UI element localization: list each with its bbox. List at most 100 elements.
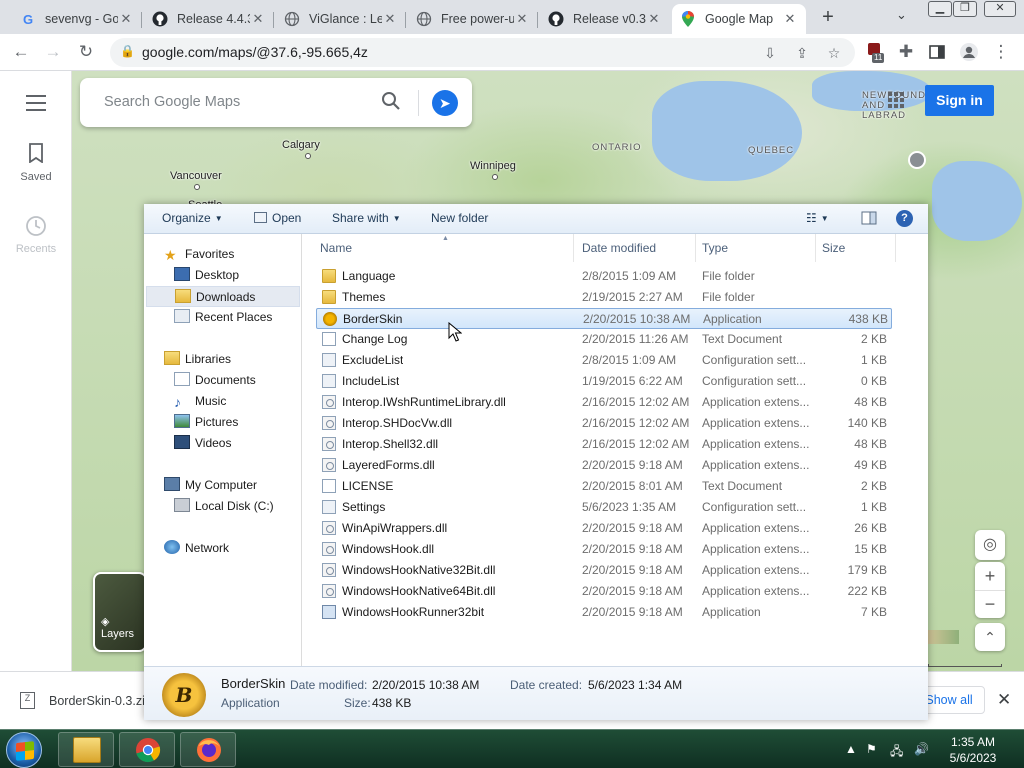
file-row[interactable]: Language 2/8/2015 1:09 AM File folder: [316, 266, 892, 287]
column-header-date[interactable]: Date modified: [576, 234, 696, 262]
minimize-button[interactable]: ▁: [928, 1, 952, 17]
share-with-button[interactable]: Share with ▼: [332, 211, 401, 225]
nav-network[interactable]: Network: [164, 538, 229, 559]
taskbar-chrome[interactable]: [119, 732, 175, 767]
directions-icon[interactable]: ➤: [426, 84, 464, 122]
address-bar[interactable]: 🔒 google.com/maps/@37.6,-95.665,4z ⇩ ⇪ ☆: [110, 38, 855, 67]
download-filename[interactable]: BorderSkin-0.3.zi: [49, 694, 145, 708]
recents-nav[interactable]: Recents: [0, 215, 72, 255]
more-menu-icon[interactable]: ⋮: [990, 41, 1012, 63]
zoom-in-button[interactable]: +: [975, 562, 1005, 590]
nav-local-disk[interactable]: Local Disk (C:): [174, 496, 274, 517]
tab-google-maps[interactable]: Google Map ✕: [672, 4, 806, 34]
change-view-button[interactable]: ☷ ▼: [806, 211, 829, 225]
file-row[interactable]: Interop.IWshRuntimeLibrary.dll 2/16/2015 …: [316, 392, 892, 413]
file-row[interactable]: LICENSE 2/20/2015 8:01 AM Text Document 2 K…: [316, 476, 892, 497]
install-app-icon[interactable]: ⇩: [760, 43, 780, 63]
google-apps-icon[interactable]: [888, 92, 904, 108]
url-text[interactable]: google.com/maps/@37.6,-95.665,4z: [142, 44, 368, 60]
file-row[interactable]: Change Log 2/20/2015 11:26 AM Text Documen…: [316, 329, 892, 350]
network-tray-icon[interactable]: 🖧: [890, 742, 903, 763]
file-row[interactable]: ExcludeList 2/8/2015 1:09 AM Configuration…: [316, 350, 892, 371]
map-thumbnail[interactable]: [925, 630, 959, 644]
sign-in-button[interactable]: Sign in: [925, 85, 994, 116]
file-row[interactable]: BorderSkin 2/20/2015 10:38 AM Application 4…: [316, 308, 892, 329]
file-row[interactable]: Settings 5/6/2023 1:35 AM Configuration se…: [316, 497, 892, 518]
close-tab-icon[interactable]: ✕: [646, 11, 662, 27]
side-panel-icon[interactable]: [926, 41, 948, 63]
maximize-button[interactable]: ❐: [953, 1, 977, 17]
my-location-button[interactable]: ◎: [975, 530, 1005, 560]
action-center-flag-icon[interactable]: ⚑: [866, 742, 877, 756]
tab-4[interactable]: Free power-u ✕: [408, 4, 538, 34]
close-tab-icon[interactable]: ✕: [782, 11, 798, 27]
search-input[interactable]: Search Google Maps: [104, 94, 240, 110]
forward-arrow-icon[interactable]: →: [42, 41, 64, 63]
saved-nav[interactable]: Saved: [0, 143, 72, 183]
file-row[interactable]: Interop.Shell32.dll 2/16/2015 12:02 AM App…: [316, 434, 892, 455]
reload-icon[interactable]: ↻: [75, 41, 97, 63]
share-icon[interactable]: ⇪: [792, 43, 812, 63]
close-tab-icon[interactable]: ✕: [250, 11, 266, 27]
nav-my-computer[interactable]: My Computer: [164, 475, 257, 496]
expand-thumbnails-button[interactable]: ⌃: [975, 623, 1005, 651]
taskbar-explorer[interactable]: [58, 732, 114, 767]
preview-pane-button[interactable]: [861, 210, 877, 229]
new-folder-button[interactable]: New folder: [431, 211, 488, 225]
back-arrow-icon[interactable]: ←: [10, 41, 32, 63]
close-tab-icon[interactable]: ✕: [514, 11, 530, 27]
file-row[interactable]: IncludeList 1/19/2015 6:22 AM Configuratio…: [316, 371, 892, 392]
star-icon: ★: [164, 247, 177, 263]
details-pane: B BorderSkin Application Date modified: …: [144, 666, 928, 720]
system-clock[interactable]: 1:35 AM 5/6/2023: [942, 734, 1004, 766]
file-row[interactable]: Interop.SHDocVw.dll 2/16/2015 12:02 AM App…: [316, 413, 892, 434]
tab-5[interactable]: Release v0.3 ✕: [540, 4, 670, 34]
map-place-marker-icon[interactable]: [908, 151, 926, 169]
file-row[interactable]: WindowsHookNative64Bit.dll 2/20/2015 9:18…: [316, 581, 892, 602]
profile-avatar[interactable]: [958, 41, 980, 63]
open-button[interactable]: Open: [254, 211, 301, 225]
close-window-button[interactable]: ✕: [984, 1, 1016, 17]
file-row[interactable]: WindowsHook.dll 2/20/2015 9:18 AM Applicat…: [316, 539, 892, 560]
start-button[interactable]: [6, 732, 42, 768]
taskbar-firefox[interactable]: [180, 732, 236, 767]
tab-2[interactable]: Release 4.4.3 ✕: [144, 4, 274, 34]
volume-icon[interactable]: 🔊: [914, 742, 929, 756]
help-button[interactable]: ?: [896, 210, 913, 227]
bookmark-star-icon[interactable]: ☆: [824, 43, 844, 63]
column-header-type[interactable]: Type: [696, 234, 816, 262]
nav-recent-places[interactable]: Recent Places: [174, 307, 272, 328]
file-row[interactable]: WinApiWrappers.dll 2/20/2015 9:18 AM Appli…: [316, 518, 892, 539]
nav-pictures[interactable]: Pictures: [174, 412, 238, 433]
file-row[interactable]: Themes 2/19/2015 2:27 AM File folder: [316, 287, 892, 308]
close-tab-icon[interactable]: ✕: [118, 11, 134, 27]
show-hidden-icons[interactable]: ▲: [845, 742, 857, 756]
organize-button[interactable]: Organize ▼: [162, 211, 223, 225]
search-icon[interactable]: [380, 90, 402, 112]
nav-music[interactable]: ♪ Music: [174, 391, 226, 412]
nav-downloads[interactable]: Downloads: [146, 286, 300, 307]
extensions-puzzle-icon[interactable]: ✚: [895, 41, 917, 63]
nav-videos[interactable]: Videos: [174, 433, 231, 454]
file-row[interactable]: LayeredForms.dll 2/20/2015 9:18 AM Applica…: [316, 455, 892, 476]
close-tab-icon[interactable]: ✕: [382, 11, 398, 27]
hamburger-menu-icon[interactable]: [26, 95, 46, 116]
tab-1[interactable]: G sevenvg - Go ✕: [12, 4, 142, 34]
file-date-modified: 2/20/2015 8:01 AM: [582, 479, 683, 493]
maps-search-box[interactable]: Search Google Maps ➤: [80, 78, 472, 127]
lock-icon[interactable]: 🔒: [120, 44, 135, 58]
file-row[interactable]: WindowsHookNative32Bit.dll 2/20/2015 9:18…: [316, 560, 892, 581]
nav-desktop[interactable]: Desktop: [174, 265, 239, 286]
file-row[interactable]: WindowsHookRunner32bit 2/20/2015 9:18 AM A…: [316, 602, 892, 623]
tab-search-chevron-icon[interactable]: ⌄: [896, 7, 907, 23]
close-shelf-icon[interactable]: ✕: [997, 690, 1011, 710]
nav-libraries[interactable]: Libraries: [164, 349, 231, 370]
nav-favorites[interactable]: ★ Favorites: [164, 244, 234, 265]
column-header-size[interactable]: Size: [816, 234, 896, 262]
layers-button[interactable]: ◈ Layers: [93, 572, 147, 652]
extension-icon[interactable]: 11: [864, 41, 886, 63]
zoom-out-button[interactable]: −: [975, 590, 1005, 618]
nav-documents[interactable]: Documents: [174, 370, 256, 391]
new-tab-button[interactable]: +: [817, 6, 839, 28]
tab-3[interactable]: ViGlance : Le ✕: [276, 4, 406, 34]
